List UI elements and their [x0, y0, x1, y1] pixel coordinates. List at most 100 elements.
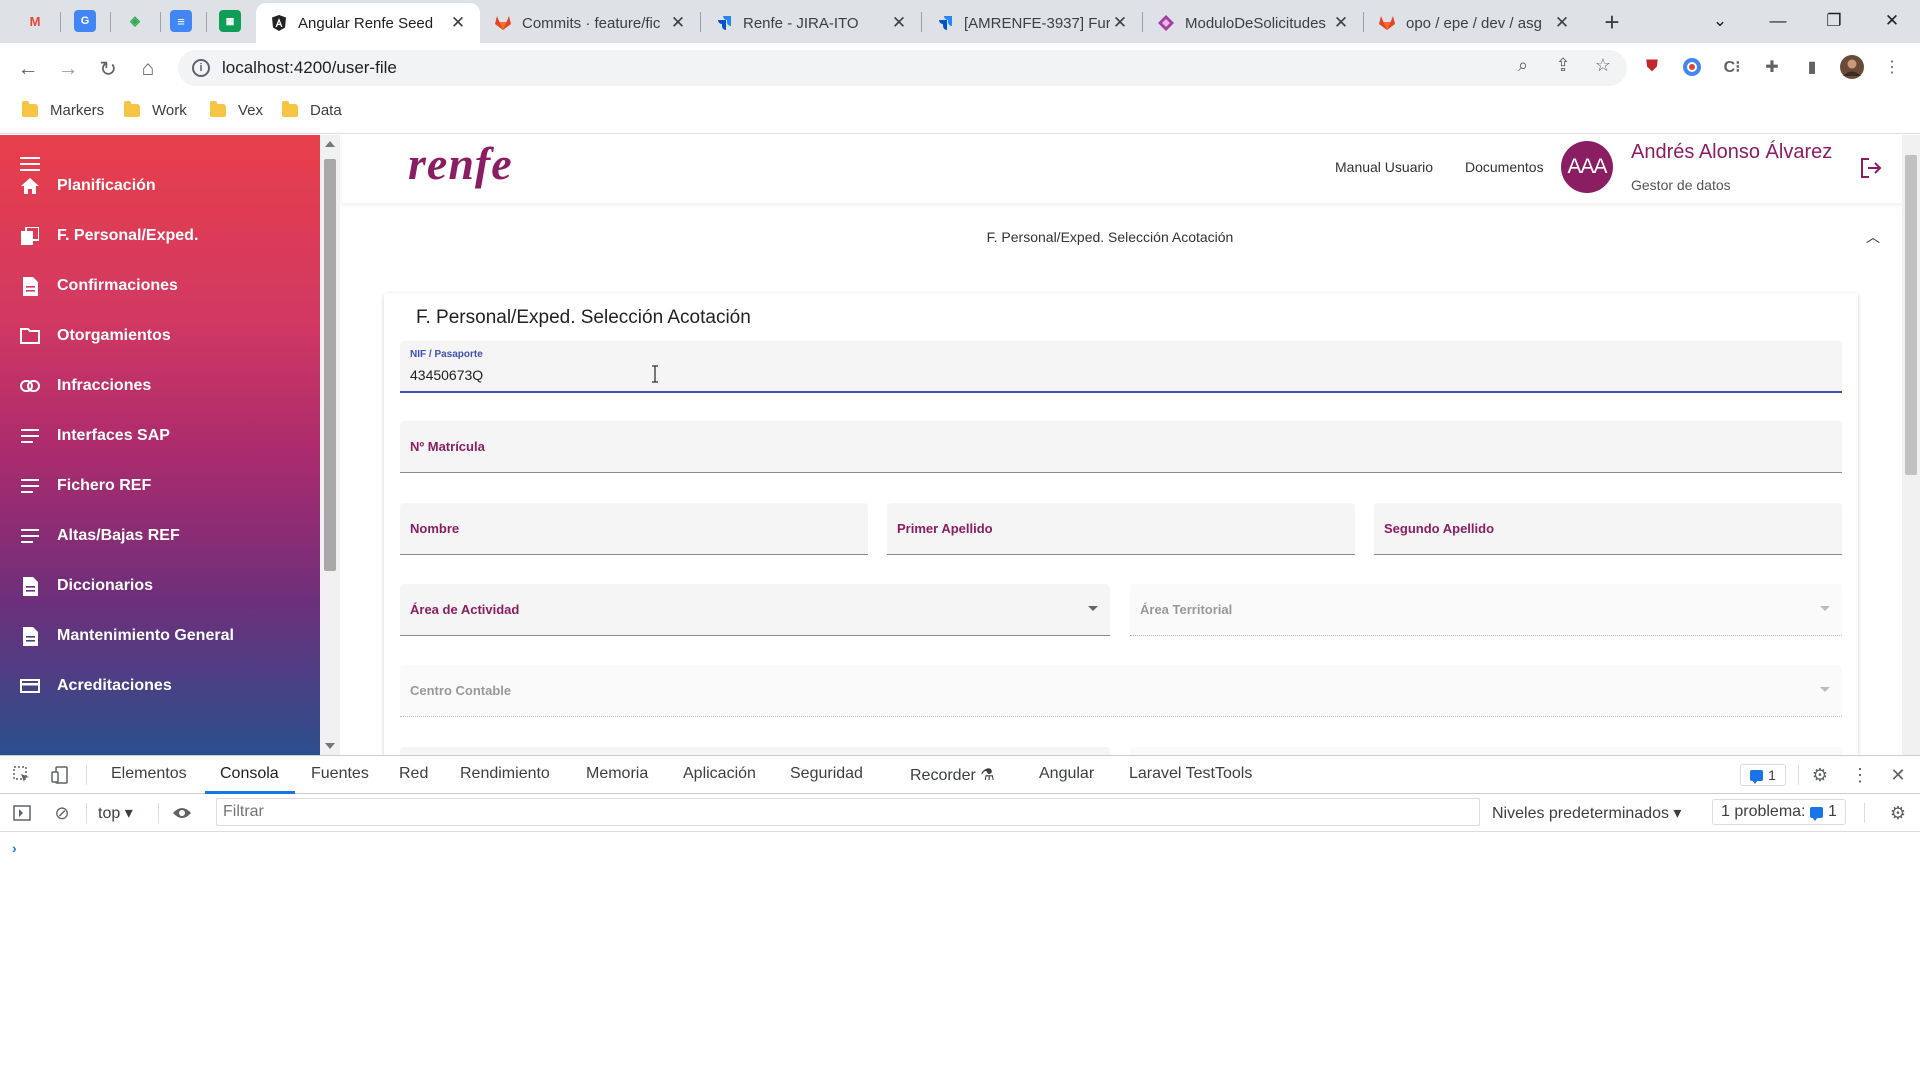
restore-button[interactable]: ❐	[1812, 6, 1856, 36]
recycle-icon[interactable]: ◈	[124, 10, 146, 32]
tab-fuentes[interactable]: Fuentes	[311, 765, 369, 783]
tab-rendimiento[interactable]: Rendimiento	[460, 765, 550, 783]
tab-memoria[interactable]: Memoria	[586, 765, 648, 783]
close-icon[interactable]: ✕	[889, 13, 909, 33]
context-select[interactable]: top ▾	[98, 803, 133, 823]
nombre-field[interactable]: Nombre	[400, 503, 868, 555]
back-arrow-icon[interactable]: ←	[12, 53, 44, 85]
device-toolbar-icon[interactable]	[48, 763, 72, 787]
sidebar-item-interfaces-sap[interactable]: Interfaces SAP	[0, 411, 320, 461]
sidebar-item-diccionarios[interactable]: Diccionarios	[0, 561, 320, 611]
documentos-link[interactable]: Documentos	[1465, 159, 1544, 175]
sidebar-item-altas-bajas-ref[interactable]: Altas/Bajas REF	[0, 511, 320, 561]
docs-icon[interactable]: ≡	[170, 10, 192, 32]
bookmark-vex[interactable]: Vex	[210, 101, 263, 119]
close-window-button[interactable]: ✕	[1870, 6, 1914, 36]
scroll-down-icon[interactable]	[325, 743, 335, 749]
profile-avatar[interactable]	[1840, 55, 1864, 79]
next-field[interactable]	[400, 747, 1110, 755]
extension-c-icon[interactable]: C⁝	[1720, 55, 1744, 79]
segundo-apellido-field[interactable]: Segundo Apellido	[1374, 503, 1842, 555]
close-icon[interactable]: ✕	[1552, 13, 1572, 33]
translate-icon[interactable]: G	[74, 10, 96, 32]
sidebar-scrollbar[interactable]	[320, 135, 340, 755]
sidebar-item-acreditaciones[interactable]: Acreditaciones	[0, 661, 320, 711]
sidebar-item-fichero-ref[interactable]: Fichero REF	[0, 461, 320, 511]
tab-opo-epe-dev[interactable]: opo / epe / dev / asg ✕	[1364, 3, 1584, 43]
nif-pasaporte-input[interactable]	[410, 367, 710, 383]
page-scrollbar[interactable]	[1902, 135, 1920, 755]
renfe-logo[interactable]: renfe	[408, 137, 513, 190]
avatar[interactable]: AAA	[1561, 141, 1613, 193]
bookmark-markers[interactable]: Markers	[22, 101, 104, 119]
sidebar-toggle-icon[interactable]	[10, 801, 34, 825]
close-icon[interactable]: ✕	[1886, 763, 1910, 787]
issues-count-button[interactable]: 1 problema: 1	[1712, 799, 1846, 825]
scrollbar-thumb[interactable]	[324, 159, 336, 571]
new-tab-button[interactable]: +	[1598, 7, 1626, 37]
manual-usuario-link[interactable]: Manual Usuario	[1335, 159, 1433, 175]
tab-angular-renfe-seed[interactable]: Angular Renfe Seed ✕	[256, 3, 480, 43]
console-filter-input[interactable]	[216, 798, 1480, 826]
log-levels-dropdown[interactable]: Niveles predeterminados ▾	[1492, 803, 1681, 823]
issues-badge[interactable]: 1	[1740, 764, 1786, 786]
address-bar[interactable]: i localhost:4200/user-file	[178, 50, 1627, 86]
chrome-extension-icon[interactable]	[1680, 55, 1704, 79]
tab-red[interactable]: Red	[399, 765, 428, 783]
tab-search-icon[interactable]: ⌄	[1698, 6, 1742, 36]
sidebar-item-f-personal-exped[interactable]: F. Personal/Exped.	[0, 211, 320, 261]
puzzle-icon[interactable]: ✚	[1760, 55, 1784, 79]
chevron-up-icon[interactable]: ︿	[1863, 227, 1883, 247]
close-icon[interactable]: ✕	[668, 13, 688, 33]
bookmark-data[interactable]: Data	[282, 101, 342, 119]
tab-recorder[interactable]: Recorder ⚗	[910, 765, 995, 785]
tab-seguridad[interactable]: Seguridad	[790, 765, 863, 783]
sidebar-item-infracciones[interactable]: Infracciones	[0, 361, 320, 411]
kebab-menu-icon[interactable]: ⋮	[1880, 55, 1904, 79]
reload-icon[interactable]: ↻	[92, 53, 124, 85]
eye-icon[interactable]	[170, 801, 194, 825]
kebab-menu-icon[interactable]: ⋮	[1848, 763, 1872, 787]
keep-icon[interactable]: ▦	[219, 10, 241, 32]
tab-elementos[interactable]: Elementos	[111, 765, 187, 783]
ublock-icon[interactable]: ⛊	[1640, 55, 1664, 79]
console-prompt[interactable]: ›	[12, 840, 17, 856]
nif-pasaporte-field[interactable]: NIF / Pasaporte	[400, 341, 1842, 393]
close-icon[interactable]: ✕	[1331, 13, 1351, 33]
gear-icon[interactable]: ⚙	[1886, 801, 1910, 825]
sidebar-item-confirmaciones[interactable]: Confirmaciones	[0, 261, 320, 311]
tab-modulo-solicitudes[interactable]: ModuloDeSolicitudes ✕	[1143, 3, 1363, 43]
gear-icon[interactable]: ⚙	[1808, 763, 1832, 787]
sidebar-item-otorgamientos[interactable]: Otorgamientos	[0, 311, 320, 361]
home-icon[interactable]: ⌂	[132, 53, 164, 85]
tab-amrenfe-3937[interactable]: [AMRENFE-3937] Fur ✕	[922, 3, 1142, 43]
tab-aplicacion[interactable]: Aplicación	[683, 765, 756, 783]
matricula-field[interactable]: Nº Matrícula	[400, 421, 1842, 473]
tab-jira-ito[interactable]: Renfe - JIRA-ITO ✕	[701, 3, 921, 43]
share-icon[interactable]: ⇪	[1550, 52, 1576, 78]
tab-consola[interactable]: Consola	[220, 765, 279, 783]
scrollbar-thumb[interactable]	[1905, 155, 1917, 475]
scroll-up-icon[interactable]	[325, 141, 335, 147]
close-icon[interactable]: ✕	[448, 13, 468, 33]
info-icon[interactable]: i	[192, 59, 210, 77]
clear-console-icon[interactable]: ⊘	[50, 801, 74, 825]
forward-arrow-icon[interactable]: →	[52, 53, 84, 85]
sidebar-item-planificacion[interactable]: Planificación	[0, 161, 320, 211]
side-panel-icon[interactable]: ▮	[1800, 55, 1824, 79]
area-actividad-select[interactable]: Área de Actividad	[400, 584, 1110, 636]
tab-laravel-testtools[interactable]: Laravel TestTools	[1129, 765, 1252, 783]
zoom-icon[interactable]: ⌕	[1510, 52, 1536, 78]
minimize-button[interactable]: —	[1756, 6, 1800, 36]
sidebar-item-mantenimiento-general[interactable]: Mantenimiento General	[0, 611, 320, 661]
bookmark-star-icon[interactable]: ☆	[1590, 52, 1616, 78]
bookmark-work[interactable]: Work	[124, 101, 187, 119]
close-icon[interactable]: ✕	[1110, 13, 1130, 33]
primer-apellido-field[interactable]: Primer Apellido	[887, 503, 1355, 555]
gmail-icon[interactable]: M	[24, 10, 46, 32]
breadcrumb[interactable]: F. Personal/Exped. Selección Acotación ︿	[342, 223, 1902, 263]
inspect-element-icon[interactable]	[10, 763, 34, 787]
tab-commits[interactable]: Commits · feature/fic ✕	[480, 3, 700, 43]
tab-angular[interactable]: Angular	[1039, 765, 1094, 783]
logout-icon[interactable]	[1860, 157, 1884, 181]
